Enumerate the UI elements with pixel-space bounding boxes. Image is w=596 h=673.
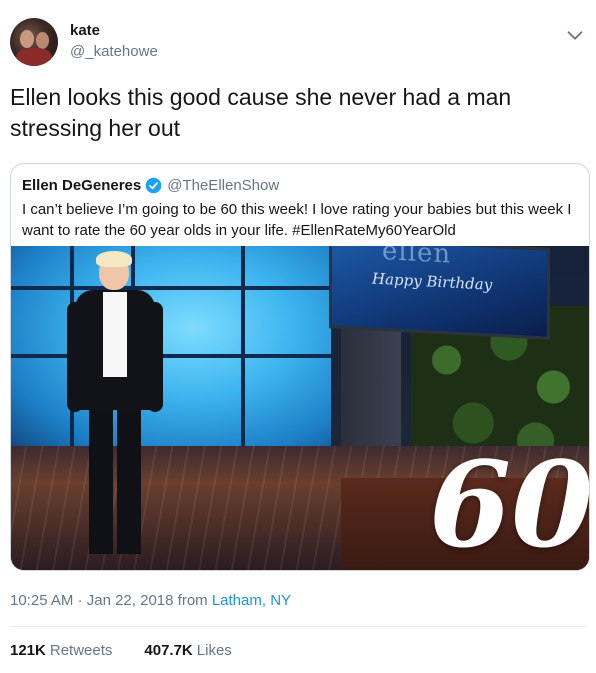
verified-badge-icon (145, 177, 162, 193)
likes-count: 407.7K (144, 642, 193, 659)
from-label: from (177, 592, 208, 609)
person-leg (117, 404, 141, 554)
tweet-timestamp: 10:25 AM · Jan 22, 2018 from Latham, NY (10, 592, 291, 609)
quoted-tweet-photo[interactable]: ellen Happy Birthday 60 (11, 246, 589, 570)
quoted-author-handle: @TheEllenShow (167, 176, 280, 194)
tweet-header: kate @_katehowe (10, 12, 586, 68)
tweet-date[interactable]: Jan 22, 2018 (87, 592, 174, 609)
avatar-face (36, 32, 49, 49)
meta-separator: · (77, 592, 83, 609)
person-figure (63, 251, 173, 570)
tweet-stats: 121K Retweets 407.7K Likes (10, 642, 232, 659)
person-hair (96, 251, 132, 267)
avatar-face (20, 30, 34, 48)
likes-label: Likes (196, 642, 232, 659)
quoted-tweet-text: I can’t believe I’m going to be 60 this … (22, 201, 572, 239)
divider (10, 626, 586, 627)
studio-monitor: ellen Happy Birthday (329, 246, 550, 340)
monitor-text: Happy Birthday (372, 269, 493, 294)
retweets-stat[interactable]: 121K Retweets (10, 642, 112, 659)
studio-screens (11, 246, 341, 451)
avatar[interactable] (10, 18, 58, 66)
person-leg (89, 404, 113, 554)
quoted-tweet-header: Ellen DeGeneres @TheEllenShow (22, 175, 279, 195)
tweet-location-link[interactable]: Latham, NY (212, 592, 291, 609)
likes-stat[interactable]: 407.7K Likes (144, 642, 231, 659)
person-shirt (103, 292, 127, 377)
retweets-label: Retweets (49, 642, 113, 659)
tweet-text: Ellen looks this good cause she never ha… (10, 84, 512, 141)
tweet-time[interactable]: 10:25 AM (10, 592, 73, 609)
sixty-overlay-text: 60 (429, 435, 589, 570)
chevron-down-icon[interactable] (564, 24, 586, 46)
monitor-logo: ellen (382, 246, 452, 270)
quoted-author-name: Ellen DeGeneres (22, 176, 142, 194)
quoted-tweet[interactable]: Ellen DeGeneres @TheEllenShow I can’t be… (10, 163, 590, 571)
author-handle[interactable]: @_katehowe (70, 43, 158, 60)
avatar-shirt (16, 48, 52, 66)
author-name[interactable]: kate (70, 22, 100, 39)
retweets-count: 121K (10, 642, 46, 659)
